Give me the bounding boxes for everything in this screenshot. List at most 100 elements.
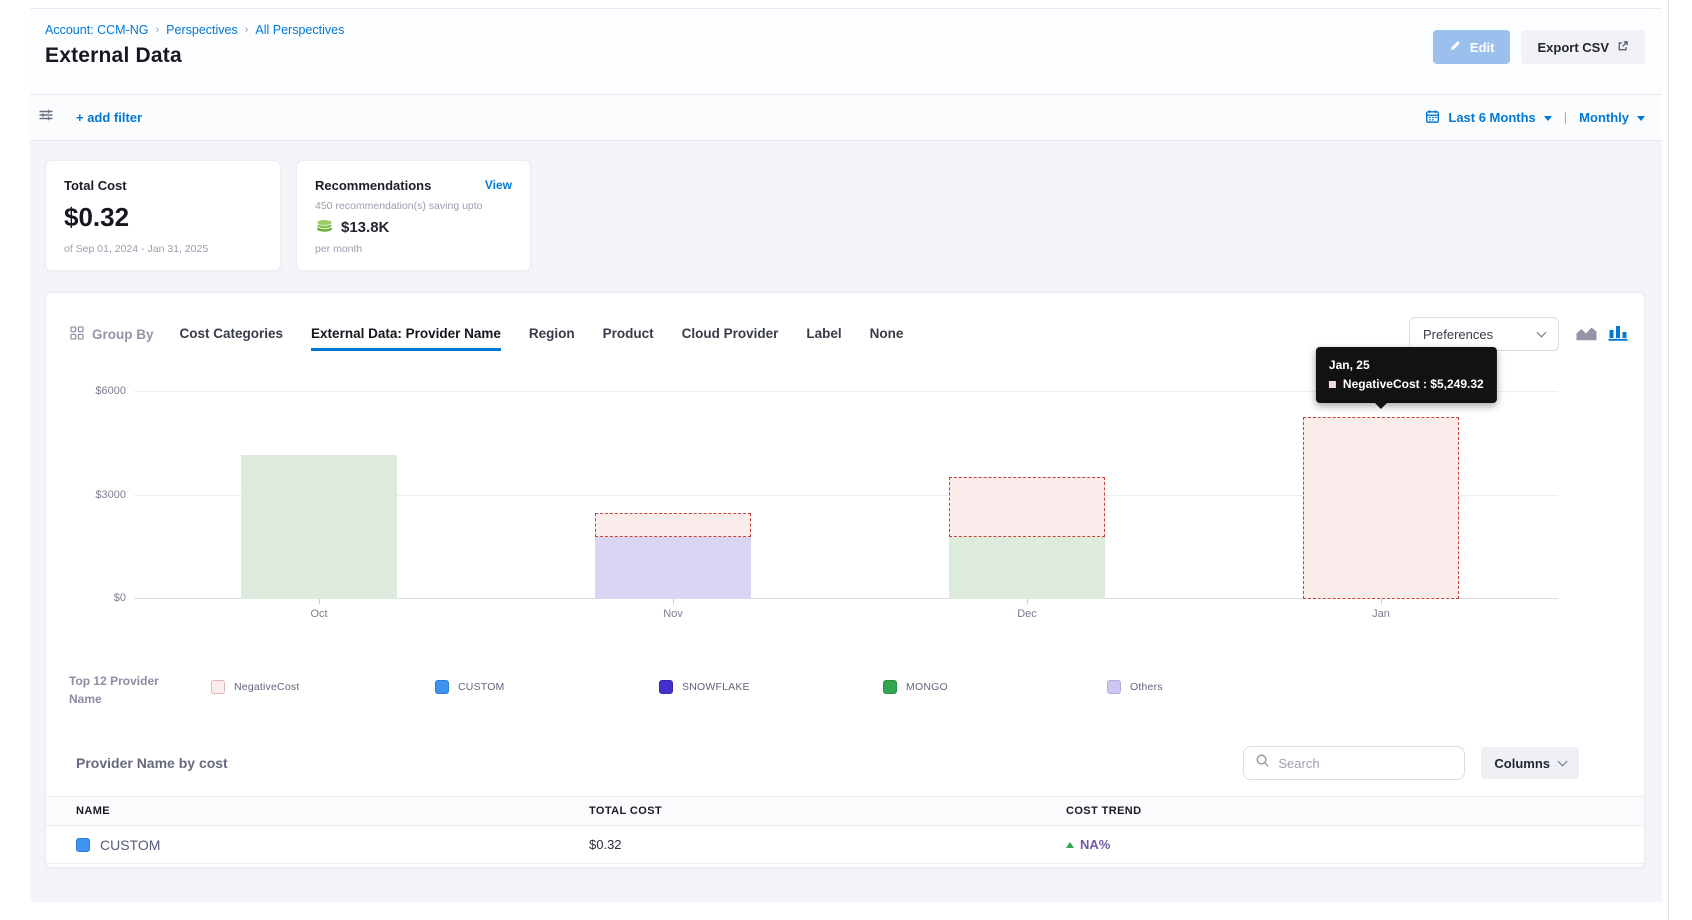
bar-negativecost[interactable] [595, 513, 751, 537]
column-header-total-cost[interactable]: TOTAL COST [589, 805, 1066, 817]
trend-up-icon [1066, 842, 1074, 848]
row-cost-trend-cell: NA% [1066, 837, 1644, 852]
row-name-cell: CUSTOM [76, 837, 589, 853]
legend-swatch [659, 680, 673, 694]
bar-series [142, 391, 1558, 599]
chevron-down-icon[interactable] [1637, 116, 1645, 121]
tab-product[interactable]: Product [603, 326, 654, 343]
chevron-right-icon: › [245, 24, 249, 36]
legend-item-custom[interactable]: CUSTOM [435, 680, 659, 694]
legend-item-snowflake[interactable]: SNOWFLAKE [659, 680, 883, 694]
bar-column-dec[interactable] [850, 391, 1204, 599]
columns-button-label: Columns [1494, 756, 1550, 771]
time-controls: Last 6 Months | Monthly [1425, 109, 1645, 127]
table-row[interactable]: CUSTOM $0.32 NA% [46, 826, 1644, 864]
bar-negativecost[interactable] [1303, 417, 1459, 599]
table-title: Provider Name by cost [76, 755, 228, 771]
view-link[interactable]: View [485, 178, 512, 193]
legend-label: CUSTOM [458, 681, 505, 693]
recommendations-subtitle: 450 recommendation(s) saving upto [315, 200, 512, 212]
bar-column-jan[interactable] [1204, 391, 1558, 599]
legend-swatch [435, 680, 449, 694]
column-header-cost-trend[interactable]: COST TREND [1066, 805, 1644, 817]
bar-snowflake[interactable] [595, 537, 751, 599]
x-tick-label: Jan [1204, 608, 1558, 620]
search-box [1243, 746, 1465, 780]
legend-label: SNOWFLAKE [682, 681, 750, 693]
search-icon [1255, 753, 1270, 773]
sliders-icon[interactable] [38, 107, 54, 128]
tooltip-separator: : [1420, 377, 1431, 391]
breadcrumb-perspectives[interactable]: Perspectives [166, 23, 238, 37]
tooltip-title: Jan, 25 [1329, 356, 1484, 375]
columns-button[interactable]: Columns [1481, 747, 1579, 779]
pencil-icon [1449, 39, 1462, 55]
bar-chart-icon[interactable] [1608, 323, 1628, 346]
divider: | [1564, 110, 1567, 125]
bar-mongo[interactable] [949, 537, 1105, 599]
edit-button[interactable]: Edit [1433, 30, 1511, 64]
provider-name: CUSTOM [100, 837, 160, 853]
legend-item-mongo[interactable]: MONGO [883, 680, 1107, 694]
y-tick-label: $3000 [95, 489, 126, 501]
group-by-tabs: Cost Categories External Data: Provider … [180, 326, 904, 343]
content-area: Total Cost $0.32 of Sep 01, 2024 - Jan 3… [30, 141, 1662, 902]
grid-icon [70, 326, 84, 343]
legend-title: Top 12 Provider Name [69, 672, 179, 708]
column-header-name[interactable]: NAME [76, 805, 589, 817]
window-edge [1668, 0, 1669, 920]
breadcrumb-account[interactable]: Account: CCM-NG [45, 23, 149, 37]
legend-item-negativecost[interactable]: NegativeCost [211, 680, 435, 694]
chart-tooltip: Jan, 25 NegativeCost : $5,249.32 [1316, 347, 1497, 403]
tab-none[interactable]: None [870, 326, 904, 343]
page-title: External Data [45, 44, 344, 68]
tooltip-series-label: NegativeCost [1343, 377, 1420, 391]
savings-value: $13.8K [341, 219, 389, 236]
tooltip-value: $5,249.32 [1430, 377, 1483, 391]
group-by-text: Group By [92, 327, 154, 342]
search-input[interactable] [1278, 756, 1454, 771]
bar-mongo[interactable] [241, 455, 397, 599]
tooltip-value-line: NegativeCost : $5,249.32 [1329, 375, 1484, 394]
group-by-row: Group By Cost Categories External Data: … [46, 293, 1644, 351]
edit-button-label: Edit [1470, 40, 1495, 55]
date-range-selector[interactable]: Last 6 Months [1448, 110, 1535, 125]
export-csv-button[interactable]: Export CSV [1521, 30, 1645, 64]
total-cost-period: of Sep 01, 2024 - Jan 31, 2025 [64, 243, 262, 255]
chevron-down-icon [1558, 757, 1568, 767]
bar-column-oct[interactable] [142, 391, 496, 599]
x-tick [673, 599, 674, 604]
y-tick-label: $6000 [95, 385, 126, 397]
chevron-down-icon [1537, 328, 1547, 338]
tab-label[interactable]: Label [806, 326, 841, 343]
bar-negativecost[interactable] [949, 477, 1105, 537]
table-toolbar: Provider Name by cost Columns [76, 746, 1579, 780]
table-header-row: NAME TOTAL COST COST TREND [46, 796, 1644, 826]
legend-item-others[interactable]: Others [1107, 680, 1331, 694]
row-total-cost-cell: $0.32 [589, 837, 1066, 852]
tab-region[interactable]: Region [529, 326, 575, 343]
x-tick-label: Oct [142, 608, 496, 620]
bar-column-nov[interactable] [496, 391, 850, 599]
tab-cost-categories[interactable]: Cost Categories [180, 326, 284, 343]
legend-label: MONGO [906, 681, 948, 693]
chevron-right-icon: › [156, 24, 160, 36]
legend-label: NegativeCost [234, 681, 299, 693]
add-filter-button[interactable]: + add filter [76, 110, 142, 125]
area-chart-icon[interactable] [1575, 323, 1598, 346]
total-cost-title: Total Cost [64, 178, 262, 193]
tab-external-data-provider-name[interactable]: External Data: Provider Name [311, 326, 501, 343]
x-axis: Oct Nov Dec Jan [142, 599, 1558, 620]
chevron-down-icon[interactable] [1544, 116, 1552, 121]
x-tick-label: Dec [850, 608, 1204, 620]
filter-bar: + add filter Last 6 Months | Monthly [30, 95, 1662, 141]
legend-swatch [211, 680, 225, 694]
total-cost-value: $0.32 [64, 202, 262, 233]
x-tick [1381, 599, 1382, 604]
granularity-selector[interactable]: Monthly [1579, 110, 1629, 125]
tab-cloud-provider[interactable]: Cloud Provider [682, 326, 779, 343]
perspective-panel: Group By Cost Categories External Data: … [45, 292, 1645, 868]
provider-swatch [76, 838, 90, 852]
breadcrumb-all-perspectives[interactable]: All Perspectives [255, 23, 344, 37]
legend-label: Others [1130, 681, 1163, 693]
